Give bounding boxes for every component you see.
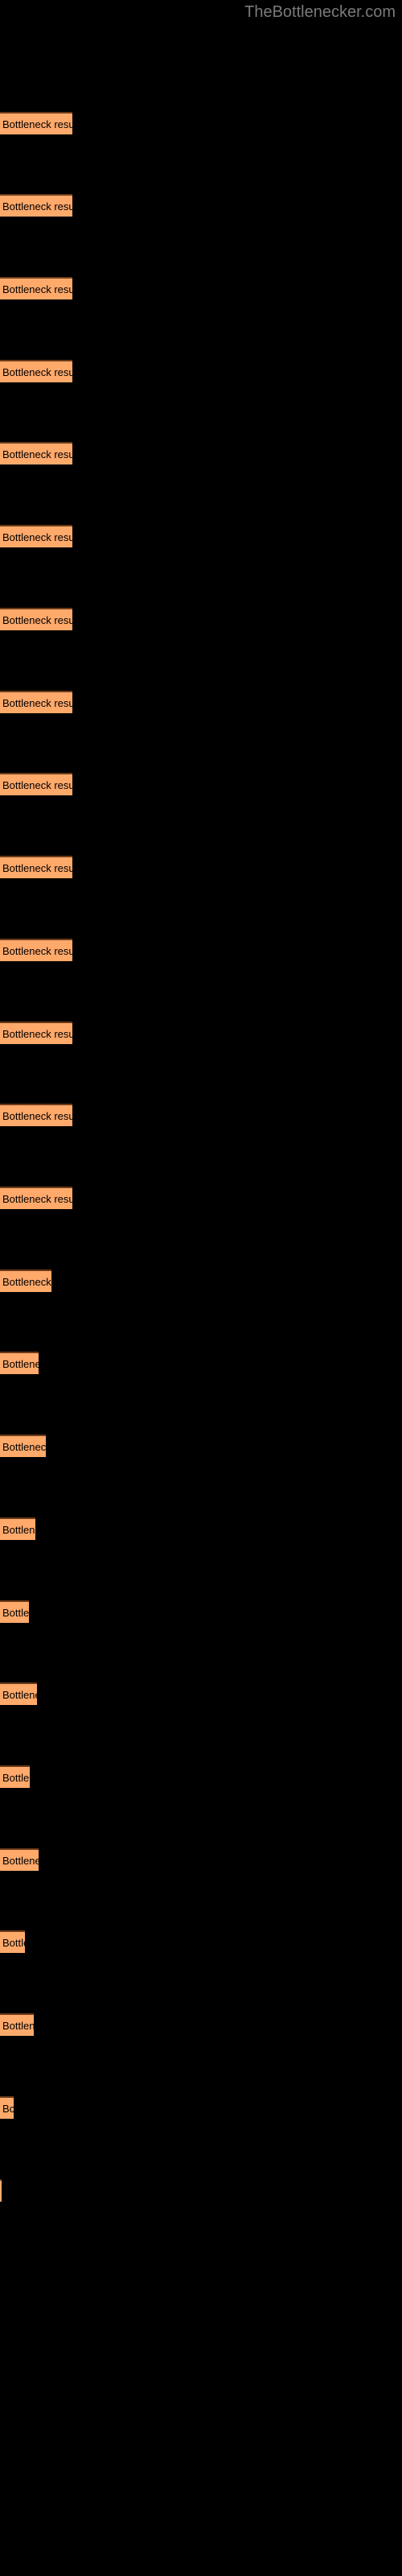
bar-row: Bottleneck result — [0, 2096, 402, 2119]
bar-row: Bottleneck result — [0, 939, 402, 961]
bar[interactable]: Bottleneck result — [0, 1765, 30, 1788]
bar-row: Bottleneck result — [0, 2179, 402, 2202]
bar-label: Bottleneck result — [2, 1028, 72, 1040]
bar-row: Bottleneck result — [0, 442, 402, 464]
bar[interactable]: Bottleneck result — [0, 1600, 29, 1623]
bar-row: Bottleneck result — [0, 1022, 402, 1044]
bar[interactable]: Bottleneck result — [0, 1517, 35, 1540]
bar-row: Bottleneck result — [0, 1682, 402, 1705]
bar-label: Bottleneck result — [2, 2103, 14, 2115]
bar-label: Bottleneck result — [2, 448, 72, 460]
bar-label: Bottleneck result — [2, 1937, 25, 1949]
bar-row: Bottleneck result — [0, 2013, 402, 2036]
bar[interactable]: Bottleneck result — [0, 608, 72, 630]
bar[interactable]: Bottleneck result — [0, 691, 72, 713]
bar[interactable]: Bottleneck result — [0, 442, 72, 464]
bar-label: Bottleneck result — [2, 1358, 39, 1370]
bar-row: Bottleneck result — [0, 1600, 402, 1623]
bar-row: Bottleneck result — [0, 856, 402, 878]
bar-label: Bottleneck result — [2, 118, 72, 130]
bar-label: Bottleneck result — [2, 283, 72, 295]
bar-label: Bottleneck result — [2, 1441, 46, 1453]
bottleneck-bar-chart: Bottleneck result Bottleneck result Bottle… — [0, 0, 402, 2576]
bar-label: Bottleneck result — [2, 1524, 35, 1536]
bar[interactable]: Bottleneck result — [0, 2096, 14, 2119]
bar-row: Bottleneck result — [0, 194, 402, 217]
bar-label: Bottleneck result — [2, 1855, 39, 1867]
bar-row: Bottleneck result — [0, 1352, 402, 1374]
bar-row: Bottleneck result — [0, 360, 402, 382]
bar-row: Bottleneck result — [0, 691, 402, 713]
bar[interactable]: Bottleneck result — [0, 1104, 72, 1126]
bar[interactable]: Bottleneck result — [0, 856, 72, 878]
bar-label: Bottleneck result — [2, 1607, 29, 1619]
bar-row: Bottleneck result — [0, 1517, 402, 1540]
bar[interactable]: Bottleneck result — [0, 1187, 72, 1209]
bar[interactable]: Bottleneck result — [0, 1269, 51, 1292]
bar-row: Bottleneck result — [0, 1435, 402, 1457]
bar[interactable]: Bottleneck result — [0, 939, 72, 961]
bar-row: Bottleneck result — [0, 1765, 402, 1788]
bar-label: Bottleneck result — [2, 366, 72, 378]
bar-label: Bottleneck result — [2, 531, 72, 543]
bar[interactable]: Bottleneck result — [0, 1682, 37, 1705]
bar-label: Bottleneck result — [2, 862, 72, 874]
bar-label: Bottleneck result — [2, 1110, 72, 1122]
bar-row: Bottleneck result — [0, 1930, 402, 1953]
bar-row: Bottleneck result — [0, 277, 402, 299]
bar-label: Bottleneck result — [2, 1276, 51, 1288]
bar[interactable]: Bottleneck result — [0, 194, 72, 217]
bar[interactable]: Bottleneck result — [0, 360, 72, 382]
bar-label: Bottleneck result — [2, 779, 72, 791]
bar-row: Bottleneck result — [0, 1848, 402, 1871]
bar-label: Bottleneck result — [2, 697, 72, 709]
bar[interactable]: Bottleneck result — [0, 1930, 25, 1953]
bar-label: Bottleneck result — [2, 1689, 37, 1701]
bar[interactable]: Bottleneck result — [0, 2013, 34, 2036]
bar[interactable]: Bottleneck result — [0, 277, 72, 299]
bar-row: Bottleneck result — [0, 1104, 402, 1126]
bar[interactable]: Bottleneck result — [0, 1352, 39, 1374]
bar-label: Bottleneck result — [2, 1193, 72, 1205]
bar-label: Bottleneck result — [2, 1772, 30, 1784]
bar-row: Bottleneck result — [0, 112, 402, 134]
bar[interactable]: Bottleneck result — [0, 1435, 46, 1457]
bar[interactable]: Bottleneck result — [0, 112, 72, 134]
bar-label: Bottleneck result — [2, 614, 72, 626]
bar-label: Bottleneck result — [2, 2020, 34, 2032]
bar-row: Bottleneck result — [0, 1187, 402, 1209]
bar-label: Bottleneck result — [2, 200, 72, 213]
bar-row: Bottleneck result — [0, 608, 402, 630]
bar[interactable]: Bottleneck result — [0, 1022, 72, 1044]
bar-row: Bottleneck result — [0, 1269, 402, 1292]
bar[interactable]: Bottleneck result — [0, 773, 72, 795]
bar-label: Bottleneck result — [2, 945, 72, 957]
bar-row: Bottleneck result — [0, 525, 402, 547]
bar[interactable]: Bottleneck result — [0, 1848, 39, 1871]
bar[interactable]: Bottleneck result — [0, 525, 72, 547]
bar[interactable]: Bottleneck result — [0, 2179, 2, 2202]
bar-row: Bottleneck result — [0, 773, 402, 795]
